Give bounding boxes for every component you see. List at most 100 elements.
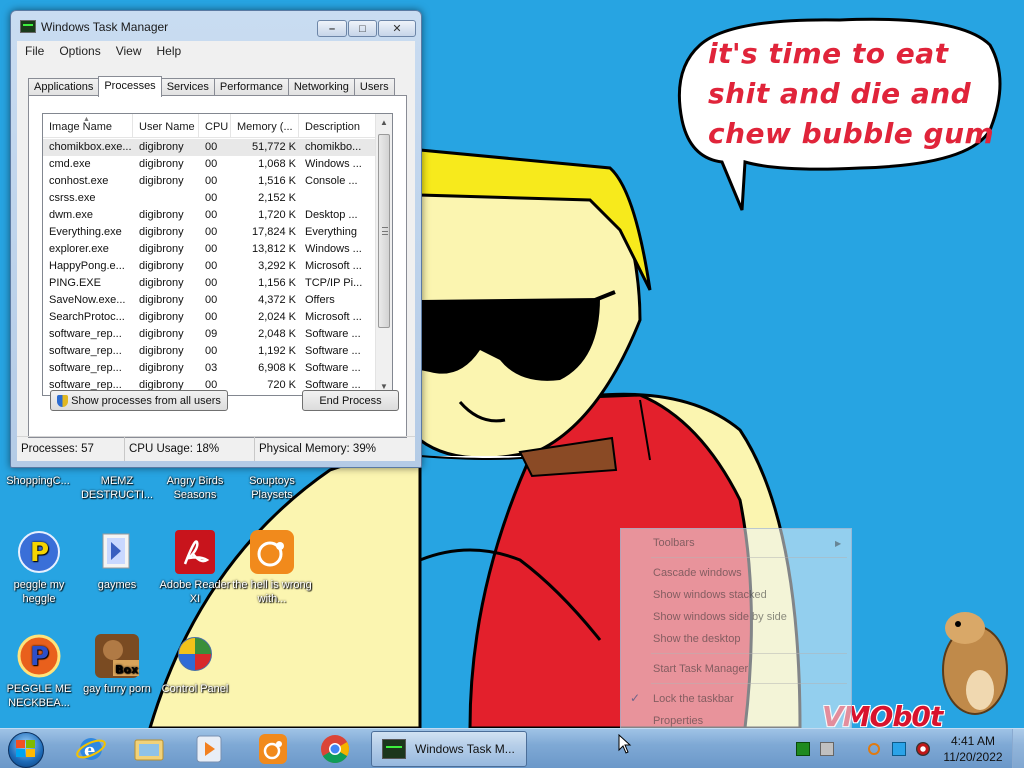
desktop-icon-uc-browser[interactable]: the hell is wrong with... xyxy=(232,528,312,606)
scrollbar-thumb[interactable] xyxy=(378,134,390,328)
column-header-image-name[interactable]: Image Name ▲ xyxy=(43,114,133,138)
table-row[interactable]: Everything.exe digibrony 00 17,824 K Everyth… xyxy=(43,224,377,241)
menu-separator xyxy=(651,653,847,654)
desktop-icon-memz[interactable]: MEMZ DESTRUCTI... xyxy=(77,474,157,502)
cell-user-name: digibrony xyxy=(139,243,184,255)
cell-memory: 1,192 K xyxy=(258,345,296,357)
menu-item-lock-taskbar[interactable]: Lock the taskbar xyxy=(653,693,734,705)
process-rows: chomikbox.exe... digibrony 00 51,772 K chomi… xyxy=(43,139,377,394)
table-row[interactable]: chomikbox.exe... digibrony 00 51,772 K chomi… xyxy=(43,139,377,156)
table-row[interactable]: conhost.exe digibrony 00 1,516 K Console ... xyxy=(43,173,377,190)
table-row[interactable]: dwm.exe digibrony 00 1,720 K Desktop ... xyxy=(43,207,377,224)
desktop-icon-peggle-me-neckbea[interactable]: P PEGGLE ME NECKBEA... xyxy=(0,632,79,710)
tray-network-icon[interactable] xyxy=(820,742,834,756)
menu-view[interactable]: View xyxy=(116,44,142,58)
column-header-memory[interactable]: Memory (... xyxy=(231,114,299,138)
desktop-icon-label: Adobe Reader XI xyxy=(159,579,231,605)
desktop-icon-gaymes[interactable]: gaymes xyxy=(77,528,157,592)
end-process-button[interactable]: End Process xyxy=(302,390,399,411)
tray-search-icon[interactable] xyxy=(868,743,880,755)
tray-green-icon[interactable] xyxy=(796,742,810,756)
desktop-icon-control-panel[interactable]: Control Panel xyxy=(155,632,235,696)
table-row[interactable]: SearchProtoc... digibrony 00 2,024 K Microso… xyxy=(43,309,377,326)
bonzi-box-icon: Box xyxy=(93,632,141,680)
table-row[interactable]: csrss.exe 00 2,152 K xyxy=(43,190,377,207)
table-row[interactable]: software_rep... digibrony 03 6,908 K Softwar… xyxy=(43,360,377,377)
menu-item-cascade[interactable]: Cascade windows xyxy=(653,567,742,579)
cell-memory: 3,292 K xyxy=(258,260,296,272)
system-clock[interactable]: 4:41 AM 11/20/2022 xyxy=(934,733,1012,765)
taskbar-chrome[interactable] xyxy=(306,731,364,767)
menu-item-stacked[interactable]: Show windows stacked xyxy=(653,589,767,601)
maximize-button[interactable]: □ xyxy=(348,20,377,37)
table-row[interactable]: software_rep... digibrony 09 2,048 K Softwar… xyxy=(43,326,377,343)
cell-memory: 1,156 K xyxy=(258,277,296,289)
menu-options[interactable]: Options xyxy=(59,44,100,58)
processes-panel: Image Name ▲ User Name CPU Memory (... De… xyxy=(28,95,407,438)
scroll-up-icon[interactable]: ▲ xyxy=(376,114,392,131)
task-manager-window: Windows Task Manager – □ ✕ File Options … xyxy=(10,10,422,468)
svg-text:Box: Box xyxy=(115,663,138,676)
desktop-icon-angry-birds[interactable]: Angry Birds Seasons xyxy=(155,474,235,502)
taskbar-internet-explorer[interactable]: e xyxy=(62,731,120,767)
menu-file[interactable]: File xyxy=(25,44,44,58)
cell-user-name: digibrony xyxy=(139,362,184,374)
tray-record-icon[interactable] xyxy=(916,742,930,756)
cell-image-name: HappyPong.e... xyxy=(49,260,125,272)
desktop-icon-gay-furry-porn[interactable]: Box gay furry porn xyxy=(77,632,157,696)
cell-image-name: conhost.exe xyxy=(49,175,109,187)
menu-help[interactable]: Help xyxy=(157,44,182,58)
desktop-icon-adobe-reader[interactable]: Adobe Reader XI xyxy=(155,528,235,606)
tray-monitor-icon[interactable] xyxy=(892,742,906,756)
vertical-scrollbar[interactable]: ▲ ▼ xyxy=(375,114,392,395)
table-row[interactable]: explorer.exe digibrony 00 13,812 K Windows .… xyxy=(43,241,377,258)
table-row[interactable]: PING.EXE digibrony 00 1,156 K TCP/IP Pi... xyxy=(43,275,377,292)
table-row[interactable]: cmd.exe digibrony 00 1,068 K Windows ... xyxy=(43,156,377,173)
menu-item-side-by-side[interactable]: Show windows side by side xyxy=(653,611,787,623)
process-list[interactable]: Image Name ▲ User Name CPU Memory (... De… xyxy=(42,113,393,396)
cell-image-name: software_rep... xyxy=(49,328,122,340)
adobe-reader-icon xyxy=(171,528,219,576)
close-icon: ✕ xyxy=(392,23,402,35)
taskbar-windows-explorer[interactable] xyxy=(120,731,178,767)
cell-cpu: 00 xyxy=(205,294,218,306)
tab-processes[interactable]: Processes xyxy=(98,76,162,97)
column-header-description[interactable]: Description xyxy=(299,114,377,138)
cell-description: Software ... xyxy=(305,328,361,340)
menu-item-toolbars[interactable]: Toolbars xyxy=(653,537,695,549)
show-desktop-button[interactable] xyxy=(1012,729,1024,768)
cell-user-name xyxy=(133,190,199,207)
cell-cpu: 00 xyxy=(205,209,218,221)
desktop-icon-souptoys[interactable]: Souptoys Playsets xyxy=(232,474,312,502)
taskbar-media-player[interactable] xyxy=(180,731,238,767)
desktop-icon-shoppingc[interactable]: ShoppingC... xyxy=(0,474,78,488)
cell-description: TCP/IP Pi... xyxy=(305,277,363,289)
column-label: Image Name xyxy=(49,121,112,133)
table-row[interactable]: HappyPong.e... digibrony 00 3,292 K Microsof… xyxy=(43,258,377,275)
cell-description: Software ... xyxy=(305,345,361,357)
checkmark-icon: ✓ xyxy=(630,691,641,705)
column-header-cpu[interactable]: CPU xyxy=(199,114,231,138)
desktop-icon-peggle-my-heggle[interactable]: P peggle my heggle xyxy=(0,528,79,606)
table-row[interactable]: SaveNow.exe... digibrony 00 4,372 K Offers xyxy=(43,292,377,309)
process-list-header: Image Name ▲ User Name CPU Memory (... De… xyxy=(43,114,377,138)
window-titlebar[interactable]: Windows Task Manager – □ ✕ xyxy=(11,11,421,39)
menu-item-properties[interactable]: Properties xyxy=(653,715,703,727)
games-folder-icon xyxy=(93,528,141,576)
minimize-button[interactable]: – xyxy=(317,20,347,37)
menu-item-show-desktop[interactable]: Show the desktop xyxy=(653,633,740,645)
taskbar-uc-browser[interactable] xyxy=(244,731,302,767)
submenu-arrow-icon: ▶ xyxy=(835,539,842,548)
taskbar-context-menu: Toolbars ▶ Cascade windows Show windows … xyxy=(620,528,852,734)
desktop-icon-label: ShoppingC... xyxy=(6,475,70,487)
taskbar-task-manager[interactable]: Windows Task M... xyxy=(371,731,527,767)
desktop-icon-label: the hell is wrong with... xyxy=(232,579,312,605)
table-row[interactable]: software_rep... digibrony 00 1,192 K Softwar… xyxy=(43,343,377,360)
uc-browser-icon xyxy=(259,734,287,764)
desktop-icon-label: Souptoys Playsets xyxy=(249,475,295,501)
show-all-processes-button[interactable]: Show processes from all users xyxy=(50,390,228,411)
menu-item-start-task-manager[interactable]: Start Task Manager xyxy=(653,663,748,675)
start-button[interactable] xyxy=(3,731,49,768)
close-button[interactable]: ✕ xyxy=(378,20,416,37)
column-header-user-name[interactable]: User Name xyxy=(133,114,199,138)
